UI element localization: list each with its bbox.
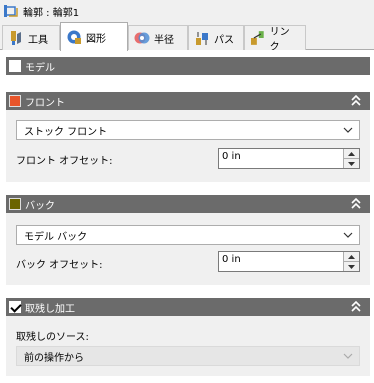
front-offset-stepper[interactable]: 0 in (218, 148, 360, 169)
back-offset-value[interactable]: 0 in (222, 254, 241, 265)
tab-radius[interactable]: 半径 (128, 25, 188, 50)
front-section-label: フロント (25, 97, 65, 109)
back-section-header[interactable]: バック (6, 195, 370, 213)
spin-down-icon[interactable] (344, 158, 359, 168)
collapse-icon[interactable] (350, 94, 362, 108)
spin-down-icon[interactable] (344, 261, 359, 271)
front-offset-label: フロント オフセット: (16, 156, 113, 167)
spin-up-icon[interactable] (344, 252, 359, 261)
model-checkbox[interactable] (9, 60, 21, 72)
model-section-label: モデル (25, 62, 55, 74)
rest-source-dropdown[interactable]: 前の操作から (16, 346, 360, 366)
rest-section-label: 取残し加工 (25, 303, 75, 315)
front-dropdown[interactable]: ストック フロント (16, 120, 360, 140)
back-dropdown-value: モデル バック (24, 231, 88, 243)
back-color-swatch[interactable] (9, 198, 21, 210)
back-offset-spin-buttons (343, 252, 359, 271)
rest-section-header[interactable]: 取残し加工 (6, 298, 370, 316)
contour-icon (4, 5, 18, 17)
front-offset-value[interactable]: 0 in (222, 151, 241, 162)
chevron-down-icon (343, 353, 353, 359)
tab-tool[interactable]: 工具 (2, 25, 60, 50)
tab-geometry-label: 図形 (86, 33, 106, 45)
tab-path[interactable]: パス (188, 25, 244, 50)
rest-section-body: 取残しのソース: 前の操作から (6, 316, 370, 376)
chevron-down-icon (343, 232, 353, 238)
geometry-panel: モデル フロント ストック フロント フロント オフセット: 0 in バック … (0, 50, 374, 383)
back-dropdown[interactable]: モデル バック (16, 225, 360, 245)
spin-up-icon[interactable] (344, 149, 359, 158)
rest-checkbox[interactable] (9, 301, 21, 313)
front-dropdown-value: ストック フロント (24, 126, 108, 138)
tab-radius-label: 半径 (154, 34, 174, 46)
rest-source-value: 前の操作から (24, 352, 84, 364)
title-bar: 輪郭 : 輪郭1 (0, 0, 374, 22)
tab-link[interactable]: リンク (244, 25, 306, 53)
tab-tool-label: 工具 (28, 34, 48, 46)
tab-link-label: リンク (269, 27, 290, 53)
geometry-icon (67, 30, 81, 44)
window-title: 輪郭 : 輪郭1 (23, 8, 80, 19)
tab-path-label: パス (214, 34, 234, 46)
rest-source-label: 取残しのソース: (16, 332, 89, 343)
back-offset-label: バック オフセット: (16, 260, 103, 271)
back-section-label: バック (25, 200, 55, 212)
back-section-body: モデル バック バック オフセット: 0 in (6, 213, 370, 285)
link-icon (250, 31, 264, 45)
radius-icon (134, 32, 150, 44)
collapse-icon[interactable] (350, 197, 362, 211)
front-section-body: ストック フロント フロント オフセット: 0 in (6, 110, 370, 182)
tab-bar: 工具 図形 半径 パス リンク (0, 22, 374, 53)
chevron-down-icon (343, 127, 353, 133)
path-icon (196, 32, 208, 45)
back-offset-stepper[interactable]: 0 in (218, 251, 360, 272)
collapse-icon[interactable] (350, 300, 362, 314)
front-color-swatch[interactable] (9, 95, 21, 107)
front-offset-spin-buttons (343, 149, 359, 168)
model-section-header[interactable]: モデル (6, 57, 370, 75)
tab-geometry[interactable]: 図形 (60, 22, 128, 51)
tool-icon (11, 31, 21, 45)
front-section-header[interactable]: フロント (6, 92, 370, 110)
